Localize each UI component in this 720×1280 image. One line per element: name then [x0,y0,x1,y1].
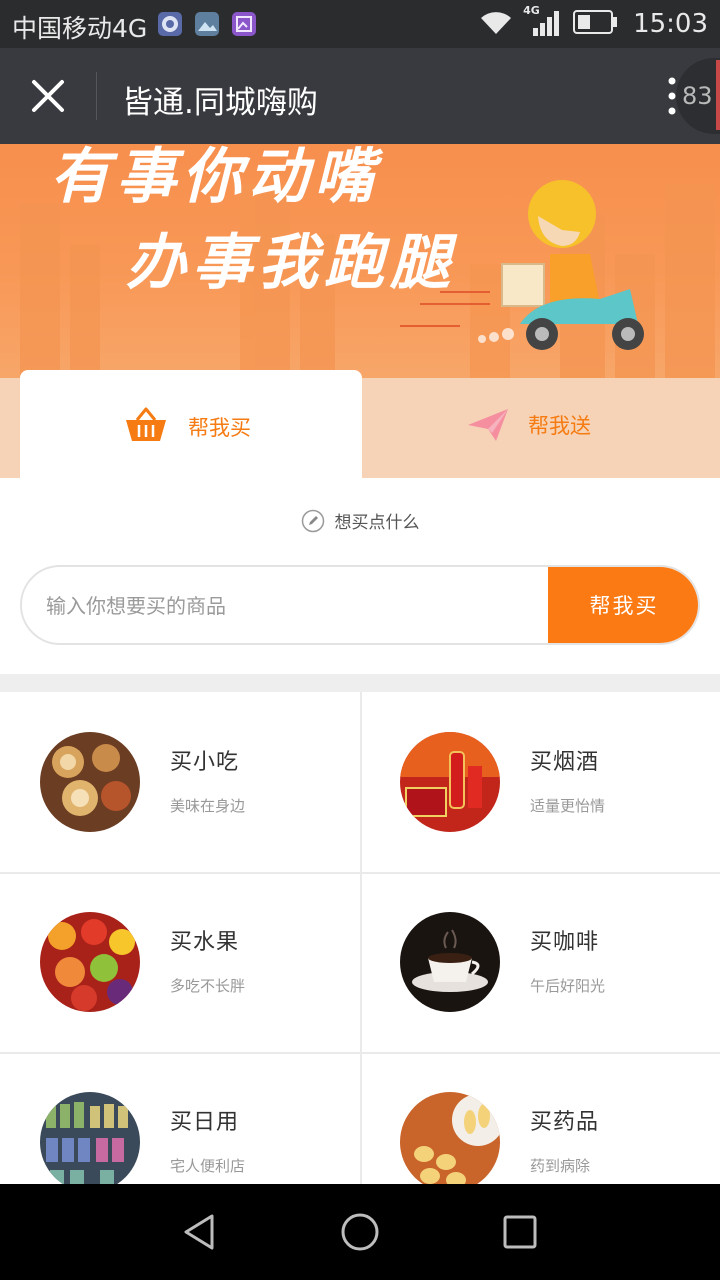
category-desc: 午后好阳光 [530,977,606,995]
category-coffee[interactable]: 买咖啡 午后好阳光 [360,872,720,1052]
title-divider [96,72,97,120]
category-name: 买水果 [170,930,240,955]
category-name: 买小吃 [170,750,240,775]
category-daily-goods[interactable]: 买日用 宅人便利店 [0,1052,360,1184]
category-medicine[interactable]: 买药品 药到病除 [360,1052,720,1184]
close-button[interactable] [24,72,72,120]
photo-icon [232,12,256,36]
system-navigation-bar [0,1184,720,1280]
back-triangle-icon [184,1214,214,1250]
grid-divider-row-2 [0,1052,720,1054]
grid-divider-vertical [360,692,362,1184]
back-button[interactable] [176,1208,224,1256]
recent-apps-button[interactable] [496,1208,544,1256]
buy-for-me-button[interactable]: 帮我买 [548,567,698,643]
dim-sum-photo [40,732,140,832]
home-button[interactable] [336,1208,384,1256]
liquor-photo [400,732,500,832]
fruit-photo [40,912,140,1012]
page-title: 皆通.同城嗨购 [122,85,318,121]
courier-scooter-illustration [400,180,644,350]
gallery-icon [195,12,219,36]
service-tabs: 帮我买 帮我送 [0,370,720,478]
section-divider [0,674,720,692]
coffee-photo [400,912,500,1012]
home-circle-icon [341,1213,379,1251]
tab-deliver-label: 帮我送 [528,414,591,438]
category-liquor[interactable]: 买烟酒 适量更怡情 [360,692,720,872]
more-vertical-icon [668,77,676,115]
more-options-button[interactable] [664,74,680,118]
category-desc: 药到病除 [530,1157,591,1175]
battery-icon [573,9,619,39]
title-bar: 皆通.同城嗨购 83 [0,48,720,144]
tab-buy-for-me[interactable]: 帮我买 [20,370,362,478]
promo-banner[interactable]: 有事你动嘴 办事我跑腿 [0,144,720,378]
category-name: 买咖啡 [530,930,600,955]
category-desc: 宅人便利店 [170,1157,246,1175]
category-desc: 适量更怡情 [530,797,606,815]
badge-count: 83 [682,82,713,110]
category-name: 买烟酒 [530,750,600,775]
search-hint: 想买点什么 [0,508,720,538]
category-fruit[interactable]: 买水果 多吃不长胖 [0,872,360,1052]
close-icon [32,80,64,112]
cellular-signal-icon: 4G [523,4,563,40]
category-desc: 美味在身边 [170,797,246,815]
square-icon [503,1215,537,1249]
badge-edge [716,60,720,130]
pencil-icon [301,509,324,532]
carrier-label: 中国移动4G [12,14,148,43]
category-name: 买药品 [530,1110,600,1135]
pills-photo [400,1092,500,1184]
category-desc: 多吃不长胖 [170,977,246,995]
category-snacks[interactable]: 买小吃 美味在身边 [0,692,360,872]
notification-badge[interactable]: 83 [676,58,720,134]
search-box: 帮我买 [20,565,700,645]
category-grid: 买小吃 美味在身边 买烟酒 适量更怡情 买水果 多吃不长胖 买咖啡 午后好阳光 … [0,692,720,1184]
tab-deliver-for-me[interactable]: 帮我送 [362,378,720,478]
search-section: 想买点什么 帮我买 [0,478,720,674]
grid-divider-row-1 [0,872,720,874]
basket-icon [126,407,166,441]
tab-buy-label: 帮我买 [188,416,251,440]
status-bar: 中国移动4G 4G 15:03 [0,0,720,48]
paper-plane-icon [468,409,508,441]
clock: 15:03 [633,9,708,39]
message-icon [158,12,182,36]
banner-slogan-1: 有事你动嘴 [50,144,380,212]
category-name: 买日用 [170,1110,240,1135]
wifi-icon [479,8,513,40]
search-input[interactable] [44,567,548,643]
search-hint-text: 想买点什么 [334,513,420,533]
shelf-photo [40,1092,140,1184]
